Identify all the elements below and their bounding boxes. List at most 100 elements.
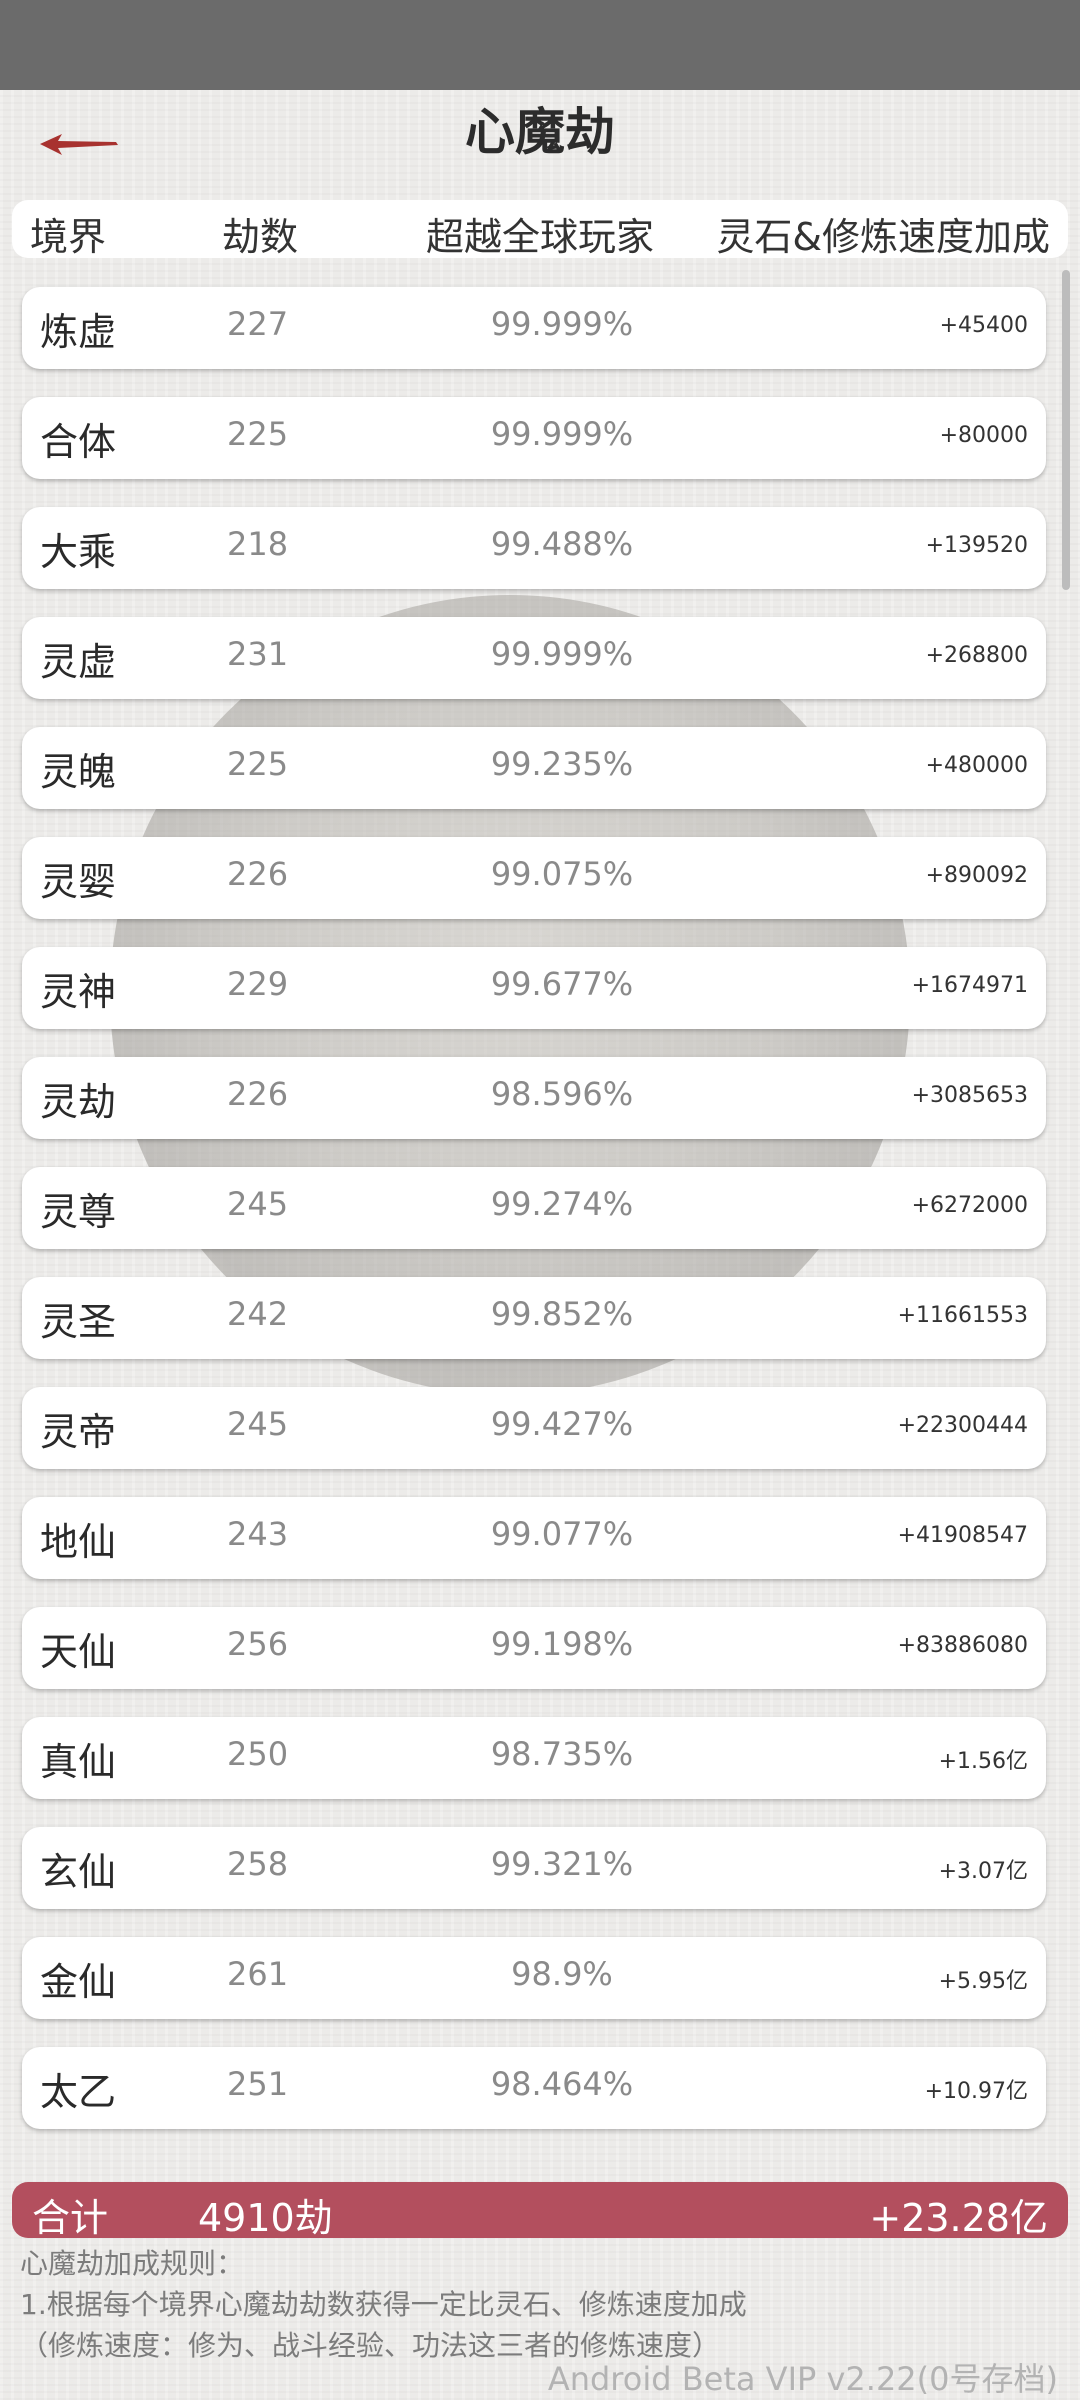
count-cell: 250 — [227, 1735, 289, 1773]
count-cell: 245 — [227, 1185, 289, 1223]
count-cell: 258 — [227, 1845, 289, 1883]
realm-cell: 灵魄 — [40, 750, 117, 794]
percent-cell: 99.198% — [490, 1625, 634, 1663]
bonus-cell: +268800 — [925, 643, 1028, 668]
realm-cell: 灵虚 — [40, 640, 117, 684]
count-cell: 231 — [227, 635, 289, 673]
rules-heading: 心魔劫加成规则： — [20, 2247, 245, 2280]
percent-cell: 99.999% — [490, 305, 634, 343]
count-cell: 225 — [227, 745, 289, 783]
table-row[interactable]: 太乙 251 98.464% +10.97亿 — [22, 2047, 1046, 2129]
realm-cell: 灵劫 — [40, 1080, 117, 1124]
table-row[interactable]: 灵帝 245 99.427% +22300444 — [22, 1387, 1046, 1469]
table-row[interactable]: 地仙 243 99.077% +41908547 — [22, 1497, 1046, 1579]
total-label: 合计 — [32, 2196, 109, 2240]
bonus-cell: +1.56亿 — [938, 1749, 1028, 1774]
percent-cell: 99.235% — [490, 745, 634, 783]
bonus-cell: +1674971 — [911, 973, 1028, 998]
count-cell: 225 — [227, 415, 289, 453]
bonus-cell: +3085653 — [911, 1083, 1028, 1108]
total-bar: 合计 4910劫 +23.28亿 — [12, 2182, 1068, 2240]
realm-cell: 大乘 — [40, 530, 117, 574]
bonus-cell: +22300444 — [897, 1413, 1028, 1438]
percent-cell: 99.999% — [490, 635, 634, 673]
table-row[interactable]: 灵魄 225 99.235% +480000 — [22, 727, 1046, 809]
table-row[interactable]: 玄仙 258 99.321% +3.07亿 — [22, 1827, 1046, 1909]
count-cell: 261 — [227, 1955, 289, 1993]
percent-cell: 99.075% — [490, 855, 634, 893]
realm-cell: 天仙 — [40, 1630, 117, 1674]
bonus-cell: +45400 — [939, 313, 1028, 338]
realm-cell: 玄仙 — [40, 1850, 117, 1894]
scrollbar[interactable] — [1062, 270, 1070, 590]
count-cell: 226 — [227, 1075, 289, 1113]
realm-cell: 地仙 — [40, 1520, 117, 1564]
total-count: 4910劫 — [198, 2196, 333, 2240]
bonus-cell: +5.95亿 — [938, 1969, 1028, 1994]
table-row[interactable]: 灵劫 226 98.596% +3085653 — [22, 1057, 1046, 1139]
percent-cell: 98.596% — [490, 1075, 634, 1113]
bonus-cell: +83886080 — [897, 1633, 1028, 1658]
table-row[interactable]: 炼虚 227 99.999% +45400 — [22, 287, 1046, 369]
count-cell: 229 — [227, 965, 289, 1003]
percent-cell: 99.274% — [490, 1185, 634, 1223]
status-bar — [0, 0, 1080, 90]
percent-cell: 98.9% — [511, 1955, 613, 1993]
realm-cell: 太乙 — [40, 2070, 117, 2114]
header-realm: 境界 — [30, 215, 107, 259]
table-row[interactable]: 灵圣 242 99.852% +11661553 — [22, 1277, 1046, 1359]
count-cell: 218 — [227, 525, 289, 563]
table-row[interactable]: 灵婴 226 99.075% +890092 — [22, 837, 1046, 919]
count-cell: 242 — [227, 1295, 289, 1333]
table-row[interactable]: 灵神 229 99.677% +1674971 — [22, 947, 1046, 1029]
table-row[interactable]: 灵尊 245 99.274% +6272000 — [22, 1167, 1046, 1249]
realm-cell: 灵婴 — [40, 860, 117, 904]
table-header: 境界 劫数 超越全球玩家 灵石&修炼速度加成 — [12, 200, 1068, 259]
count-cell: 226 — [227, 855, 289, 893]
rules-text: 心魔劫加成规则： 1.根据每个境界心魔劫劫数获得一定比灵石、修炼速度加成 （修炼… — [20, 2243, 747, 2366]
header-bonus: 灵石&修炼速度加成 — [716, 215, 1050, 259]
realm-cell: 灵尊 — [40, 1190, 117, 1234]
realm-cell: 灵圣 — [40, 1300, 117, 1344]
percent-cell: 99.677% — [490, 965, 634, 1003]
count-cell: 227 — [227, 305, 289, 343]
count-cell: 256 — [227, 1625, 289, 1663]
rules-line-1: 1.根据每个境界心魔劫劫数获得一定比灵石、修炼速度加成 — [20, 2288, 747, 2321]
table-row[interactable]: 金仙 261 98.9% +5.95亿 — [22, 1937, 1046, 2019]
total-bonus: +23.28亿 — [869, 2196, 1048, 2240]
count-cell: 245 — [227, 1405, 289, 1443]
page-title: 心魔劫 — [465, 103, 615, 161]
table-row[interactable]: 真仙 250 98.735% +1.56亿 — [22, 1717, 1046, 1799]
header-percent: 超越全球玩家 — [426, 215, 655, 259]
bonus-cell: +3.07亿 — [938, 1859, 1028, 1884]
percent-cell: 99.999% — [490, 415, 634, 453]
percent-cell: 98.464% — [490, 2065, 634, 2103]
bonus-cell: +139520 — [925, 533, 1028, 558]
count-cell: 243 — [227, 1515, 289, 1553]
realm-cell: 合体 — [40, 420, 117, 464]
count-cell: 251 — [227, 2065, 289, 2103]
table-row[interactable]: 大乘 218 99.488% +139520 — [22, 507, 1046, 589]
header-count: 劫数 — [222, 215, 299, 259]
table-row[interactable]: 合体 225 99.999% +80000 — [22, 397, 1046, 479]
percent-cell: 99.488% — [490, 525, 634, 563]
percent-cell: 99.321% — [490, 1845, 634, 1883]
percent-cell: 98.735% — [490, 1735, 634, 1773]
bonus-cell: +11661553 — [897, 1303, 1028, 1328]
percent-cell: 99.077% — [490, 1515, 634, 1553]
bonus-cell: +890092 — [925, 863, 1028, 888]
bonus-cell: +480000 — [925, 753, 1028, 778]
table-row[interactable]: 天仙 256 99.198% +83886080 — [22, 1607, 1046, 1689]
realm-cell: 灵神 — [40, 970, 117, 1014]
table-row[interactable]: 灵虚 231 99.999% +268800 — [22, 617, 1046, 699]
bonus-cell: +10.97亿 — [924, 2079, 1028, 2104]
version-label: Android Beta VIP v2.22(0号存档) — [547, 2360, 1058, 2398]
percent-cell: 99.427% — [490, 1405, 634, 1443]
realm-cell: 金仙 — [40, 1960, 117, 2004]
bonus-cell: +41908547 — [897, 1523, 1028, 1548]
realm-cell: 真仙 — [40, 1740, 117, 1784]
bonus-cell: +80000 — [939, 423, 1028, 448]
realm-cell: 灵帝 — [40, 1410, 117, 1454]
percent-cell: 99.852% — [490, 1295, 634, 1333]
realm-cell: 炼虚 — [40, 310, 117, 354]
